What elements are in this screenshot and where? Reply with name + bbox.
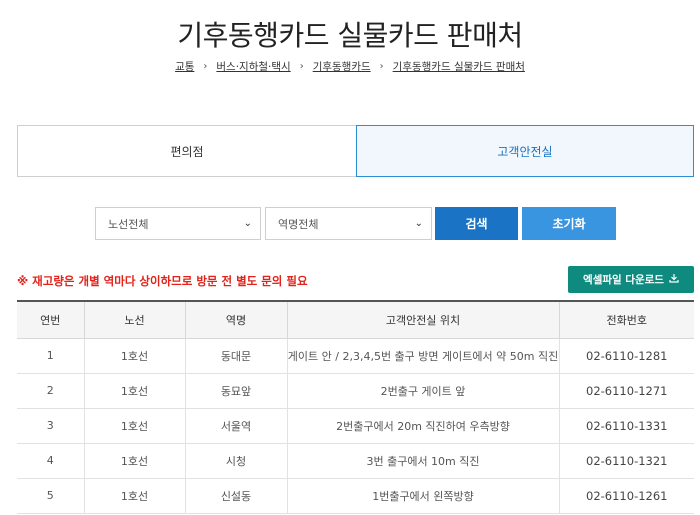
excel-download-button[interactable]: 엑셀파일 다운로드 [568, 266, 694, 293]
cell-no: 4 [17, 443, 85, 479]
filter-bar: 노선전체 ⌄ 역명전체 ⌄ 검색 초기화 [95, 207, 616, 240]
cell-station: 신설동 [185, 478, 288, 514]
cell-no: 3 [17, 408, 85, 444]
table-row: 2 1호선 동묘앞 2번출구 게이트 앞 02-6110-1271 [17, 373, 694, 409]
breadcrumb-item-bus-subway-taxi[interactable]: 버스·지하철·택시 [216, 59, 290, 74]
search-button[interactable]: 검색 [435, 207, 518, 240]
cell-station: 동묘앞 [185, 373, 288, 409]
cell-station: 시청 [185, 443, 288, 479]
line-select[interactable]: 노선전체 ⌄ [95, 207, 261, 240]
cell-line: 1호선 [84, 478, 186, 514]
cell-location: 2번출구에서 20m 직진하여 우측방향 [287, 408, 560, 444]
header-station: 역명 [185, 300, 288, 339]
cell-phone: 02-6110-1261 [559, 478, 694, 514]
chevron-right-icon: › [379, 61, 384, 72]
tab-bar: 편의점 고객안전실 [17, 125, 694, 177]
table-header-row: 연번 노선 역명 고객안전실 위치 전화번호 [17, 300, 694, 339]
station-select-value: 역명전체 [278, 217, 319, 231]
cell-line: 1호선 [84, 338, 186, 374]
station-select[interactable]: 역명전체 ⌄ [265, 207, 432, 240]
cell-phone: 02-6110-1331 [559, 408, 694, 444]
table-row: 3 1호선 서울역 2번출구에서 20m 직진하여 우측방향 02-6110-1… [17, 408, 694, 444]
chevron-down-icon: ⌄ [243, 218, 252, 229]
header-phone: 전화번호 [559, 300, 694, 339]
tab-customer-safety-office[interactable]: 고객안전실 [356, 125, 694, 177]
header-no: 연번 [17, 300, 85, 339]
breadcrumb: 교통 › 버스·지하철·택시 › 기후동행카드 › 기후동행카드 실물카드 판매… [0, 59, 700, 74]
safety-office-table: 연번 노선 역명 고객안전실 위치 전화번호 1 1호선 동대문 게이트 안 /… [17, 300, 694, 514]
cell-station: 동대문 [185, 338, 288, 374]
cell-station: 서울역 [185, 408, 288, 444]
cell-phone: 02-6110-1321 [559, 443, 694, 479]
excel-download-label: 엑셀파일 다운로드 [583, 274, 664, 286]
breadcrumb-item-traffic[interactable]: 교통 [175, 59, 194, 74]
tab-convenience-store[interactable]: 편의점 [17, 125, 356, 177]
stock-notice: ※ 재고량은 개별 역마다 상이하므로 방문 전 별도 문의 필요 [17, 274, 308, 288]
cell-line: 1호선 [84, 408, 186, 444]
chevron-right-icon: › [299, 61, 304, 72]
table-row: 5 1호선 신설동 1번출구에서 왼쪽방향 02-6110-1261 [17, 478, 694, 514]
table-row: 1 1호선 동대문 게이트 안 / 2,3,4,5번 출구 방면 게이트에서 약… [17, 338, 694, 374]
breadcrumb-item-current[interactable]: 기후동행카드 실물카드 판매처 [393, 59, 525, 74]
breadcrumb-item-climate-card[interactable]: 기후동행카드 [313, 59, 371, 74]
chevron-down-icon: ⌄ [414, 218, 423, 229]
cell-no: 5 [17, 478, 85, 514]
cell-location: 2번출구 게이트 앞 [287, 373, 560, 409]
header-line: 노선 [84, 300, 186, 339]
header-location: 고객안전실 위치 [287, 300, 560, 339]
cell-phone: 02-6110-1271 [559, 373, 694, 409]
cell-location: 1번출구에서 왼쪽방향 [287, 478, 560, 514]
cell-no: 2 [17, 373, 85, 409]
table-row: 4 1호선 시청 3번 출구에서 10m 직진 02-6110-1321 [17, 443, 694, 479]
page-title: 기후동행카드 실물카드 판매처 [177, 19, 523, 52]
cell-location: 3번 출구에서 10m 직진 [287, 443, 560, 479]
cell-no: 1 [17, 338, 85, 374]
cell-phone: 02-6110-1281 [559, 338, 694, 374]
cell-location: 게이트 안 / 2,3,4,5번 출구 방면 게이트에서 약 50m 직진 [287, 338, 560, 374]
reset-button[interactable]: 초기화 [522, 207, 616, 240]
cell-line: 1호선 [84, 373, 186, 409]
cell-line: 1호선 [84, 443, 186, 479]
line-select-value: 노선전체 [108, 217, 149, 231]
download-icon [669, 273, 679, 286]
chevron-right-icon: › [203, 61, 208, 72]
